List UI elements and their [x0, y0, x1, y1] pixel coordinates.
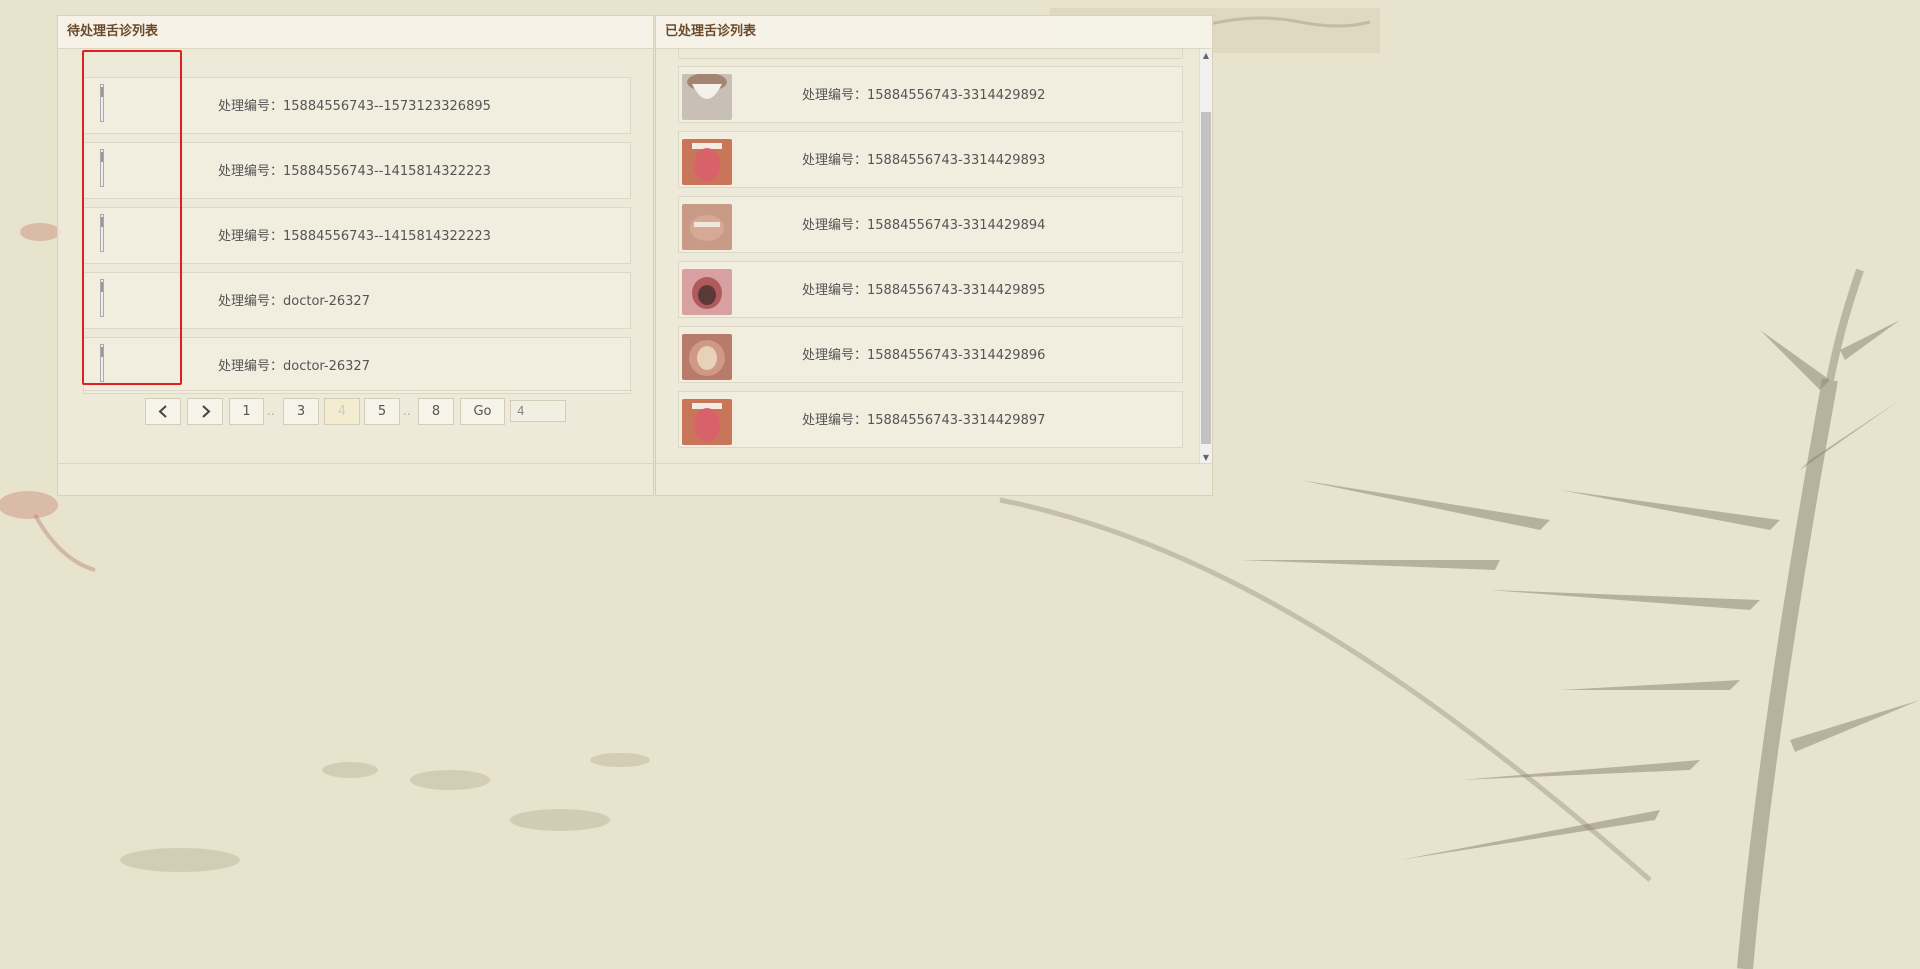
prev-page-button[interactable]	[145, 398, 181, 425]
pending-item-label: 处理编号：doctor-26327	[218, 294, 370, 309]
chevron-left-icon	[158, 405, 167, 418]
processed-item-label: 处理编号：15884556743-3314429896	[802, 348, 1046, 363]
processed-item-label: 处理编号：15884556743-3314429892	[802, 88, 1046, 103]
panel-footer	[656, 463, 1212, 495]
processed-list-item[interactable]: 处理编号：15884556743-3314429894	[678, 196, 1183, 253]
page-button-4-current[interactable]: 4	[324, 398, 360, 425]
go-button[interactable]: Go	[460, 398, 505, 425]
processed-list-item[interactable]: 处理编号：15884556743-3314429896	[678, 326, 1183, 383]
page-jump-input[interactable]: 4	[510, 400, 566, 422]
tongue-photo-thumbnail	[682, 269, 732, 315]
tongue-photo-thumbnail	[682, 399, 732, 445]
processed-item-label: 处理编号：15884556743-3314429894	[802, 218, 1046, 233]
pagination-divider	[83, 390, 633, 391]
processed-list-item[interactable]: 处理编号：15884556743-3314429897	[678, 391, 1183, 448]
scrollbar-thumb[interactable]	[1201, 112, 1211, 444]
tongue-photo-thumbnail	[682, 334, 732, 380]
pending-item-label: 处理编号：15884556743--1415814322223	[218, 164, 491, 179]
processed-item-label: 处理编号：15884556743-3314429893	[802, 153, 1046, 168]
pending-item-label: 处理编号：15884556743--1573123326895	[218, 99, 491, 114]
pending-panel-title: 待处理舌诊列表	[58, 16, 653, 49]
processed-list-item[interactable]: 处理编号：15884556743-3314429892	[678, 66, 1183, 123]
processed-panel-title: 已处理舌诊列表	[656, 16, 1212, 49]
vertical-scrollbar[interactable]: ▲ ▼	[1199, 49, 1212, 465]
pending-item-label: 处理编号：15884556743--1415814322223	[218, 229, 491, 244]
page-button-1[interactable]: 1	[229, 398, 264, 425]
tongue-photo-thumbnail	[682, 139, 732, 185]
page-button-8[interactable]: 8	[418, 398, 454, 425]
tongue-photo-thumbnail	[682, 204, 732, 250]
highlight-annotation-box	[82, 50, 182, 385]
tongue-photo-thumbnail	[682, 74, 732, 120]
chevron-right-icon	[202, 405, 211, 418]
pending-item-label: 处理编号：doctor-26327	[218, 359, 370, 374]
list-item-partial	[678, 49, 1183, 59]
pagination-ellipsis: ..	[267, 404, 275, 418]
arrow-up-icon[interactable]: ▲	[1200, 49, 1212, 63]
page-button-5[interactable]: 5	[364, 398, 400, 425]
processed-list-item[interactable]: 处理编号：15884556743-3314429893	[678, 131, 1183, 188]
processed-item-label: 处理编号：15884556743-3314429897	[802, 413, 1046, 428]
panel-footer	[58, 463, 653, 495]
processed-tongue-list-panel: 已处理舌诊列表 处理编号：15884556743-3314429892 处理编号…	[655, 15, 1213, 496]
processed-list-item[interactable]: 处理编号：15884556743-3314429895	[678, 261, 1183, 318]
page-button-3[interactable]: 3	[283, 398, 319, 425]
next-page-button[interactable]	[187, 398, 223, 425]
pagination-ellipsis: ..	[403, 404, 411, 418]
processed-item-label: 处理编号：15884556743-3314429895	[802, 283, 1046, 298]
